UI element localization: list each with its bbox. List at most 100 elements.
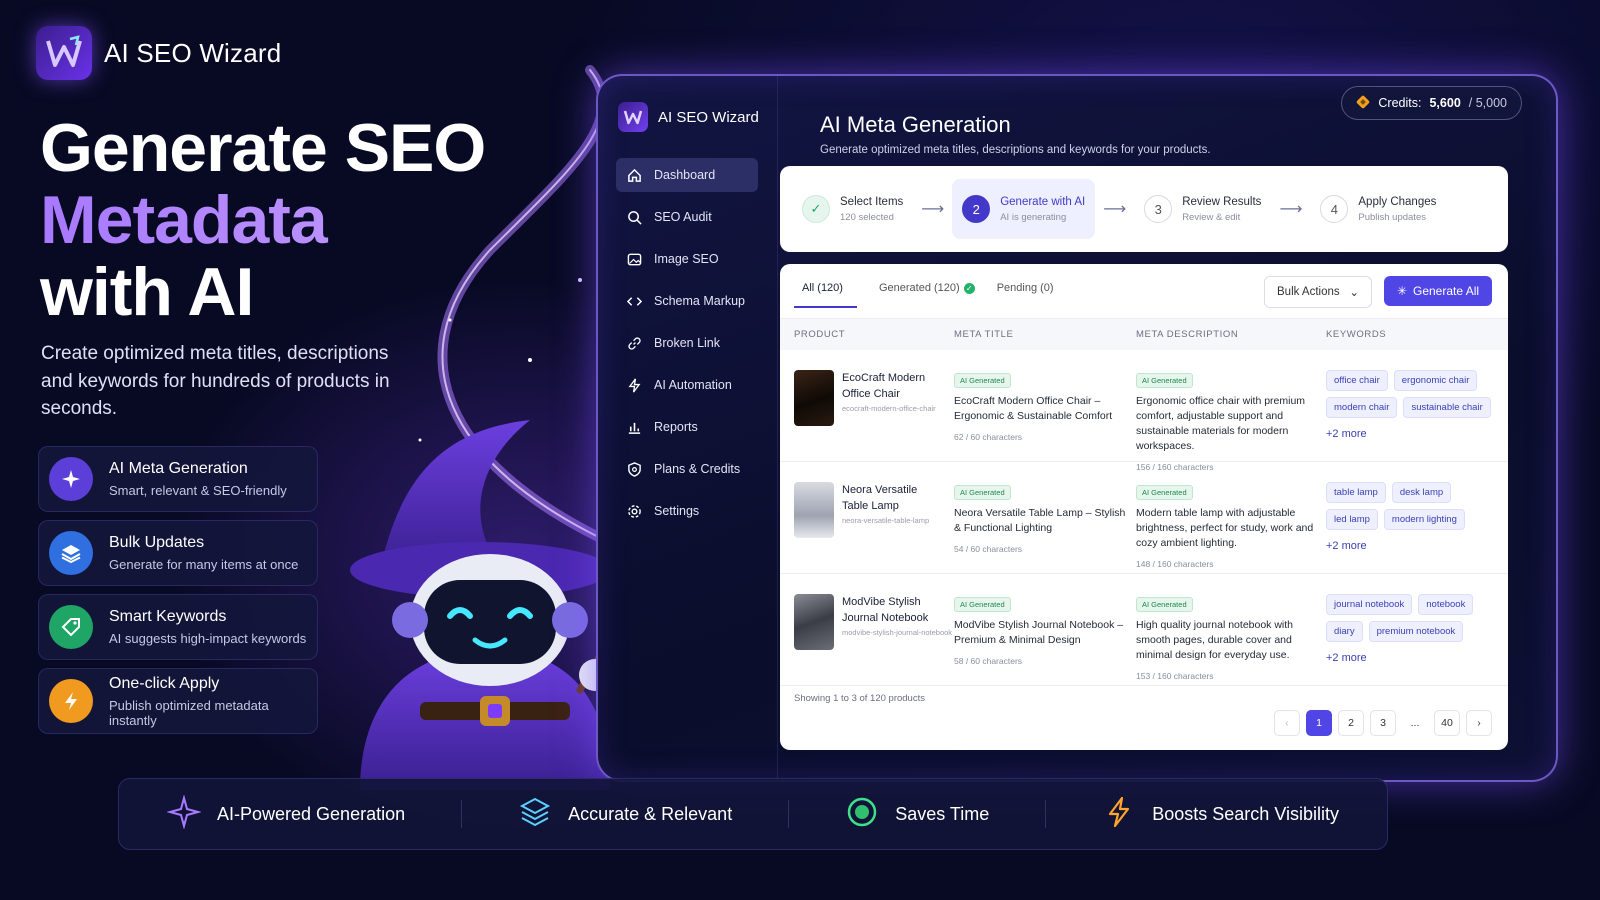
page-button[interactable]: 40 (1434, 710, 1460, 736)
credits-badge[interactable]: Credits: 5,600 / 5,000 (1341, 86, 1522, 120)
step-number: 2 (962, 195, 991, 223)
table-row[interactable]: Neora Versatile Table Lamp neora-versatil… (780, 462, 1508, 574)
keyword-chip[interactable]: sustainable chair (1403, 397, 1491, 418)
keyword-chip[interactable]: premium notebook (1368, 621, 1464, 642)
step-apply-changes[interactable]: 4 Apply Changes Publish updates (1310, 179, 1446, 239)
sidebar-item-label: SEO Audit (654, 210, 712, 224)
meta-description-text[interactable]: Modern table lamp with adjustable bright… (1136, 506, 1316, 551)
product-thumbnail (794, 482, 834, 538)
benefit-label: AI-Powered Generation (217, 803, 406, 824)
table-row[interactable]: EcoCraft Modern Office Chair ecocraft-mod… (780, 350, 1508, 472)
layers-icon (518, 795, 552, 834)
char-count: 54 / 60 characters (954, 544, 1023, 554)
sidebar-item-ai-automation[interactable]: AI Automation (616, 368, 758, 402)
benefit-label: Boosts Search Visibility (1152, 803, 1339, 824)
sidebar-item-dashboard[interactable]: Dashboard (616, 158, 758, 192)
keyword-chip[interactable]: table lamp (1326, 482, 1386, 503)
sidebar-item-broken-link[interactable]: Broken Link (616, 326, 758, 360)
sparkles-icon (49, 457, 93, 501)
meta-title-text[interactable]: ModVibe Stylish Journal Notebook – Premi… (954, 618, 1126, 648)
step-select-items[interactable]: ✓ Select Items 120 selected (792, 179, 913, 239)
keyword-chip[interactable]: modern chair (1326, 397, 1398, 418)
coin-icon (1356, 95, 1370, 112)
lightning-icon (1102, 795, 1136, 834)
char-count: 62 / 60 characters (954, 432, 1023, 442)
sidebar-item-seo-audit[interactable]: SEO Audit (616, 200, 758, 234)
product-name: ModVibe Stylish Journal Notebook (842, 596, 929, 624)
chevron-left-icon[interactable]: ‹ (1274, 710, 1300, 736)
more-keywords-link[interactable]: +2 more (1326, 428, 1498, 440)
divider (461, 800, 463, 828)
app-window: AI SEO Wizard Dashboard SEO Audit Image … (596, 74, 1558, 782)
link-icon (626, 335, 642, 351)
sidebar-item-plans-credits[interactable]: Plans & Credits (616, 452, 758, 486)
chevron-right-icon[interactable]: › (1466, 710, 1492, 736)
table-row[interactable]: ModVibe Stylish Journal Notebook modvibe-… (780, 574, 1508, 686)
tab-all[interactable]: All (120) (794, 282, 857, 308)
bulk-actions-dropdown[interactable]: Bulk Actions ⌄ (1264, 276, 1372, 308)
page-button[interactable]: 3 (1370, 710, 1396, 736)
step-number: 4 (1320, 195, 1349, 223)
results-panel: All (120) Generated (120) ✓ Pending (0) B… (780, 264, 1508, 750)
sidebar-item-settings[interactable]: Settings (616, 494, 758, 528)
sidebar-item-label: Reports (654, 420, 698, 434)
step-generate-with-ai[interactable]: 2 Generate with AI AI is generating (952, 179, 1096, 239)
tab-pending[interactable]: Pending (0) (997, 282, 1054, 308)
benefit-label: Saves Time (895, 803, 990, 824)
keyword-chip[interactable]: notebook (1418, 594, 1474, 615)
column-header: META DESCRIPTION (1136, 329, 1239, 340)
generate-all-button[interactable]: ✳ Generate All (1384, 276, 1492, 306)
ai-generated-badge: AI Generated (954, 373, 1011, 388)
check-circle-icon: ✓ (963, 283, 975, 294)
keyword-chip[interactable]: office chair (1326, 370, 1388, 391)
filter-tabs: All (120) Generated (120) ✓ Pending (0) (794, 282, 1054, 308)
generate-all-label: Generate All (1413, 284, 1480, 298)
meta-description-text[interactable]: High quality journal notebook with smoot… (1136, 618, 1316, 663)
feature-desc: Smart, relevant & SEO-friendly (109, 483, 287, 498)
gear-icon (626, 503, 642, 519)
meta-description-text[interactable]: Ergonomic office chair with premium comf… (1136, 394, 1316, 454)
home-icon (626, 167, 642, 183)
column-header: KEYWORDS (1326, 329, 1387, 340)
page-title: AI Meta Generation (820, 112, 1011, 137)
step-review-results[interactable]: 3 Review Results Review & edit (1134, 179, 1271, 239)
char-count: 153 / 160 characters (1136, 671, 1214, 681)
keyword-chip[interactable]: modern lighting (1383, 509, 1465, 530)
benefit-item: Saves Time (845, 795, 989, 834)
keyword-chip[interactable]: ergonomic chair (1393, 370, 1478, 391)
sidebar-item-reports[interactable]: Reports (616, 410, 758, 444)
sidebar-item-label: Plans & Credits (654, 462, 741, 476)
keyword-chip[interactable]: journal notebook (1326, 594, 1413, 615)
sidebar-brand-name: AI SEO Wizard (658, 108, 759, 126)
benefit-item: Accurate & Relevant (518, 795, 732, 834)
more-keywords-link[interactable]: +2 more (1326, 652, 1498, 664)
check-icon: ✓ (802, 195, 830, 223)
product-slug: modvibe-stylish-journal-notebook (842, 628, 953, 637)
page-button[interactable]: 1 (1306, 710, 1332, 736)
tab-generated[interactable]: Generated (120) ✓ (879, 282, 975, 308)
feature-desc: Publish optimized metadata instantly (109, 697, 269, 728)
sidebar-item-image-seo[interactable]: Image SEO (616, 242, 758, 276)
benefit-item: AI-Powered Generation (166, 793, 406, 834)
keyword-chip[interactable]: diary (1326, 621, 1363, 642)
more-keywords-link[interactable]: +2 more (1326, 540, 1498, 552)
meta-title-text[interactable]: EcoCraft Modern Office Chair – Ergonomic… (954, 394, 1126, 424)
page-button[interactable]: 2 (1338, 710, 1364, 736)
main-content: AI Meta Generation Generate optimized me… (780, 76, 1556, 780)
product-slug: ecocraft-modern-office-chair (842, 404, 936, 413)
sidebar-item-schema-markup[interactable]: Schema Markup (616, 284, 758, 318)
brand-name: AI SEO Wizard (104, 37, 282, 68)
tab-label: Generated (120) (878, 282, 960, 294)
page-ellipsis: ... (1410, 717, 1420, 729)
feature-card: One-click Apply Publish optimized metadat… (38, 668, 318, 734)
keyword-chip[interactable]: desk lamp (1391, 482, 1452, 503)
feature-desc: AI suggests high-impact keywords (109, 631, 307, 646)
keyword-chip[interactable]: led lamp (1326, 509, 1378, 530)
sidebar-item-label: Schema Markup (654, 294, 746, 308)
pagination-summary: Showing 1 to 3 of 120 products (794, 693, 925, 704)
wizard-logo-icon (618, 102, 648, 132)
meta-title-text[interactable]: Neora Versatile Table Lamp – Stylish & F… (954, 506, 1126, 536)
credits-label: Credits: (1378, 96, 1422, 110)
divider (1045, 800, 1047, 828)
ai-generated-badge: AI Generated (1136, 597, 1193, 612)
